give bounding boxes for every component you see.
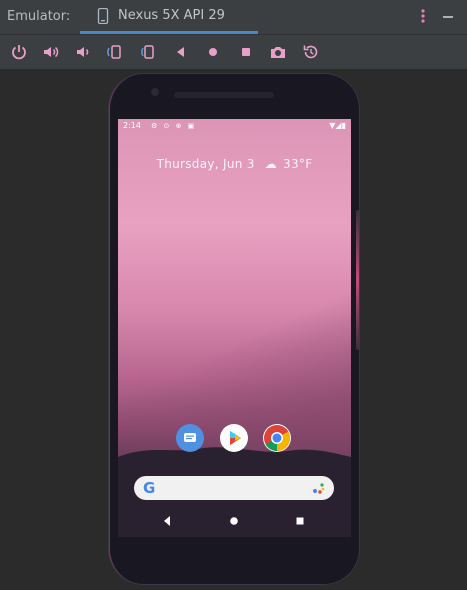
power-icon[interactable]: [9, 42, 29, 62]
back-icon[interactable]: [171, 42, 191, 62]
status-bar: 2:14 ⚙ ⊙ ⊕ ▣ ▼◢▮: [118, 119, 351, 133]
tab-active-indicator: [80, 31, 258, 34]
nav-recents-icon[interactable]: [294, 513, 306, 532]
play-store-icon[interactable]: [220, 424, 248, 452]
messages-icon[interactable]: [176, 424, 204, 452]
glance-temp: 33°F: [283, 157, 313, 171]
nav-home-icon[interactable]: [228, 513, 240, 532]
assistant-icon[interactable]: [312, 481, 326, 500]
volume-up-icon[interactable]: [41, 42, 61, 62]
cloud-icon: ☁: [264, 157, 278, 171]
emulator-toolbar: [0, 35, 467, 69]
chrome-icon[interactable]: [263, 424, 291, 452]
window-title: Emulator:: [7, 9, 71, 24]
tab-label: Nexus 5X API 29: [118, 8, 225, 23]
device-icon: [97, 7, 109, 28]
google-logo: G: [143, 479, 156, 497]
rotate-right-icon[interactable]: [139, 42, 159, 62]
tab-nexus-5x[interactable]: Nexus 5X API 29: [80, 0, 258, 34]
at-a-glance-widget[interactable]: Thursday, Jun 3 ☁ 33°F: [118, 157, 351, 171]
title-bar: Emulator: Nexus 5X API 29: [0, 0, 467, 35]
overview-icon[interactable]: [236, 42, 256, 62]
front-camera: [151, 88, 159, 96]
glance-date: Thursday, Jun 3: [156, 157, 255, 171]
status-time: 2:14: [123, 121, 141, 130]
earpiece-speaker: [174, 92, 274, 98]
more-vert-icon[interactable]: [416, 8, 430, 28]
snapshot-icon[interactable]: [301, 42, 321, 62]
camera-icon[interactable]: [268, 42, 288, 62]
device-screen[interactable]: 2:14 ⚙ ⊙ ⊕ ▣ ▼◢▮ Thursday, Jun 3 ☁ 33°F G: [118, 119, 351, 537]
home-icon[interactable]: [203, 42, 223, 62]
status-icons: ▼◢▮: [329, 121, 346, 130]
rotate-left-icon[interactable]: [106, 42, 126, 62]
minimize-icon[interactable]: [443, 16, 453, 18]
volume-down-icon[interactable]: [73, 42, 93, 62]
nav-back-icon[interactable]: [161, 513, 173, 532]
notification-icons: ⚙ ⊙ ⊕ ▣: [151, 122, 197, 130]
navigation-bar: [118, 505, 351, 537]
device-side-edge: [356, 210, 359, 350]
google-search-bar[interactable]: G: [134, 476, 334, 500]
